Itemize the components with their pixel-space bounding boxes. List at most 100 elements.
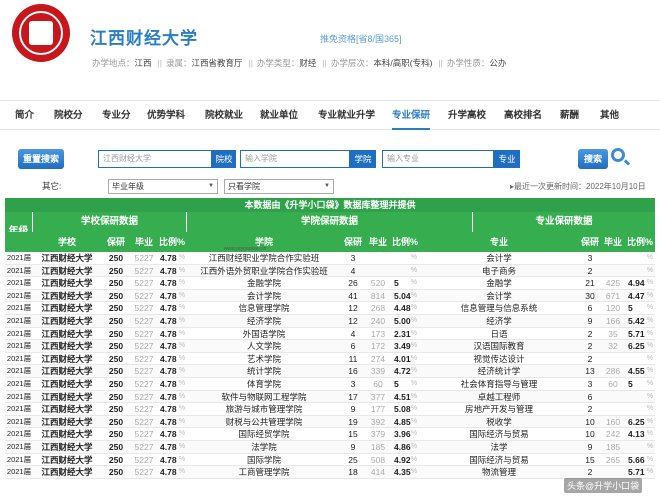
info-separator: || (438, 58, 443, 68)
table-cell: 18 (348, 467, 358, 478)
tab-0[interactable]: 简介 (15, 101, 34, 130)
table-row[interactable]: 2021届 江西财经大学 250 5227 4.78% 软件与物联网工程学院 17 377 4.… (5, 390, 655, 404)
table-row[interactable]: 2021届 江西财经大学 250 5227 4.78% 外国语学院 4 173 2.31% 日语 2… (5, 327, 655, 341)
table-row[interactable]: 2021届 江西财经大学 250 5227 4.78% 国际经贸学院 15 379 3.96% 国… (5, 428, 655, 441)
table-cell: 2 (587, 265, 593, 276)
percent-sign: % (646, 443, 654, 450)
table-row[interactable]: 2021届 江西财经大学 250 5227 4.78% 工商管理学院 18 414 4.35% 物… (5, 466, 655, 479)
tab-1[interactable]: 院校分 (54, 101, 83, 130)
year-select[interactable]: 毕业年级 ▼ (108, 179, 218, 194)
college-input[interactable]: 输入学院 (240, 150, 350, 168)
column-header[interactable]: 专业 (419, 232, 579, 252)
table-cell: 税收学 (486, 416, 512, 427)
info-label: 办学类型： (256, 58, 300, 68)
college-only-select[interactable]: 只看学院 ▼ (224, 179, 334, 194)
table-cell: 250 (108, 278, 124, 289)
column-header[interactable]: 毕业 (131, 232, 157, 252)
tab-10[interactable]: 薪酬 (560, 101, 579, 130)
college-only-value: 只看学院 (228, 182, 260, 191)
percent-sign: % (646, 266, 654, 274)
table-cell: 工商管理学院 (238, 467, 290, 478)
table-cell: 6 (350, 341, 356, 352)
percent-sign: % (646, 455, 654, 463)
column-header[interactable]: 比例% (625, 232, 655, 252)
percent-sign: % (178, 430, 186, 438)
percent-sign: % (178, 354, 186, 362)
table-cell: 国际学院 (246, 454, 281, 465)
column-header[interactable]: 比例% (391, 232, 419, 252)
table-cell: 35 (608, 328, 618, 339)
table-cell: 166 (605, 316, 621, 326)
column-header[interactable]: 学校 (33, 232, 101, 252)
tab-6[interactable]: 专业就业升学 (318, 101, 375, 130)
table-row[interactable]: 2021届 江西财经大学 250 5227 4.78% 会计学院 41 814 5.04% 会计学… (5, 289, 655, 303)
table-cell: 250 (108, 467, 124, 478)
tab-5[interactable]: 就业单位 (260, 101, 298, 130)
table-cell: 江西财经大学 (41, 303, 93, 314)
table-cell: 2021届 (6, 391, 32, 401)
table-cell: 173 (370, 328, 386, 339)
tab-4[interactable]: 院校就业 (205, 101, 243, 130)
percent-sign: % (410, 455, 418, 463)
group-college: 学院保研数据 (187, 212, 473, 232)
table-row[interactable]: 2021届 江西财经大学 250 5227 4.78% 信息管理学院 12 268 4.48% 信… (5, 302, 655, 315)
college-search-button[interactable]: 学院 (350, 150, 376, 168)
table-cell: 社会体育指导与管理 (460, 379, 538, 389)
percent-sign: % (178, 443, 186, 450)
table-row[interactable]: 2021届 江西财经大学 250 5227 4.78% 江西外语外贸职业学院合作实验班 4%… (5, 264, 655, 278)
table-row[interactable]: 2021届 江西财经大学 250 5227 4.78% 体育学院 3 60 5% 社会体育指导与管… (5, 378, 655, 391)
tab-3[interactable]: 优势学科 (147, 101, 185, 130)
major-input[interactable]: 输入专业 (382, 150, 494, 168)
magnifier-icon[interactable] (611, 148, 625, 162)
table-row[interactable]: 2021届 江西财经大学 250 5227 4.78% 江西财经职业学院合作实验班 3% 会计… (5, 252, 655, 265)
reset-search-button[interactable]: 重置搜索 (18, 149, 64, 169)
other-label: 其它: (42, 181, 62, 191)
search-button[interactable]: 搜索 (578, 149, 608, 169)
table-cell: 185 (605, 442, 621, 452)
column-header[interactable]: 比例% (157, 232, 187, 252)
table-row[interactable]: 2021届 江西财经大学 250 5227 4.78% 财税与公共管理学院 19 392 4.8… (5, 415, 655, 429)
percent-sign: % (646, 405, 654, 413)
table-cell: 江西财经大学 (41, 391, 93, 402)
table-row[interactable]: 2021届 江西财经大学 250 5227 4.78% 国际学院 25 508 4.92% 国际经… (5, 453, 655, 467)
column-header[interactable]: 毕业 (601, 232, 625, 252)
school-input[interactable]: 江西财经大学 (98, 150, 212, 168)
table-cell: 2021届 (6, 353, 32, 363)
percent-sign: % (178, 392, 186, 400)
table-cell: 16 (348, 366, 358, 377)
tab-11[interactable]: 其他 (600, 101, 619, 130)
table-row[interactable]: 2021届 江西财经大学 250 5227 4.78% 人文学院 6 172 3.49% 汉语国际… (5, 340, 655, 353)
percent-sign: % (178, 455, 186, 463)
table-cell: 392 (370, 416, 386, 427)
table-row[interactable]: 2021届 江西财经大学 250 5227 4.78% 统计学院 16 339 4.72% 经济统… (5, 365, 655, 378)
table-row[interactable]: 2021届 江西财经大学 250 5227 4.78% 金融学院 26 520 5% 金融学 21 4… (5, 277, 655, 290)
table-row[interactable]: 2021届 江西财经大学 250 5227 4.78% 经济学院 12 240 5.00% 经济学… (5, 315, 655, 328)
table-cell: 250 (108, 290, 124, 301)
table-cell: 250 (108, 316, 124, 326)
percent-sign: % (410, 367, 418, 375)
school-search-button[interactable]: 院校 (212, 150, 236, 168)
tab-7[interactable]: 专业保研 (392, 101, 431, 130)
major-search-button[interactable]: 专业 (494, 150, 520, 168)
table-cell: 10 (585, 416, 595, 427)
qualification-note[interactable]: 推免资格[省8/国365] (320, 32, 402, 45)
column-header[interactable]: 保研 (579, 232, 601, 252)
table-cell: 268 (370, 303, 386, 314)
table-cell: 国际经济与贸易 (469, 454, 529, 465)
table-row[interactable]: 2021届 江西财经大学 250 5227 4.78% 艺术学院 11 274 4.01% 视觉传… (5, 352, 655, 366)
table-cell: 240 (370, 316, 386, 326)
table-row[interactable]: 2021届 江西财经大学 250 5227 4.78% 旅游与城市管理学院 9 177 5.08… (5, 403, 655, 416)
table-row[interactable]: 2021届 江西财经大学 250 5227 4.78% 法学院 9 185 4.86% 法学 9 18… (5, 441, 655, 454)
column-header[interactable]: 保研 (101, 232, 131, 252)
tab-8[interactable]: 升学高校 (448, 101, 486, 130)
table-cell: 3 (350, 253, 356, 263)
tab-9[interactable]: 高校排名 (504, 101, 542, 130)
percent-sign: % (646, 279, 654, 287)
table-cell: 电子商务 (481, 265, 516, 276)
table-cell: 外国语学院 (242, 328, 286, 339)
table-cell: 5227 (134, 265, 154, 276)
tab-2[interactable]: 专业分 (102, 101, 131, 130)
column-header[interactable]: 毕业 (365, 232, 391, 252)
percent-sign: % (178, 367, 186, 375)
column-header[interactable]: 保研 (341, 232, 365, 252)
